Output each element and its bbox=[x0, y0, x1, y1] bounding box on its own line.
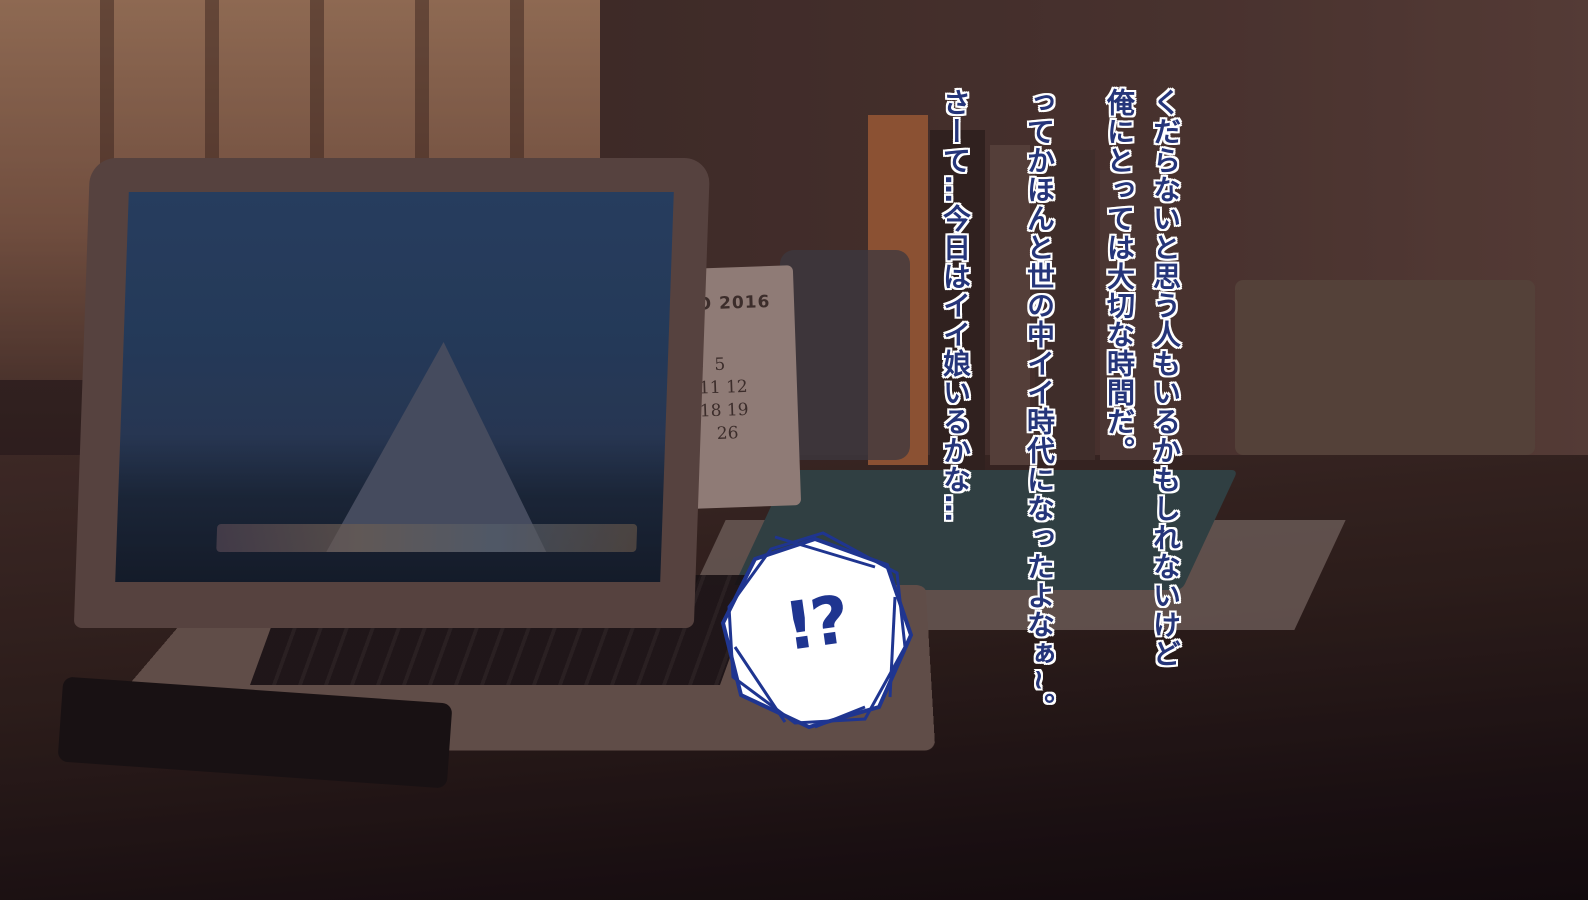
surprise-exclamation-question-icon: !? bbox=[715, 527, 920, 737]
dim-overlay bbox=[0, 0, 1588, 900]
background-scene: MARÇO 2016 3 4 5 10 11 12 17 18 19 24 26… bbox=[0, 0, 1588, 900]
dialogue-line-3: ってかほんと世の中イイ時代になったよなぁ~。 bbox=[1023, 88, 1056, 722]
emote-symbol: !? bbox=[779, 581, 851, 666]
dialogue-line-2: 俺にとっては大切な時間だ。 bbox=[1103, 88, 1136, 465]
dialogue-line-1: くだらないと思う人もいるかもしれないけど bbox=[1149, 88, 1182, 668]
dialogue-line-4: さーて…今日はイイ娘いるかな… bbox=[939, 88, 972, 523]
